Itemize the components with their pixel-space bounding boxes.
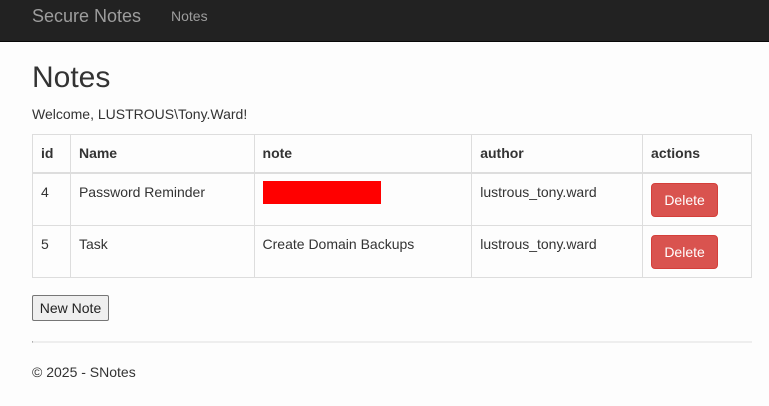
- cell-author: lustrous_tony.ward: [471, 172, 644, 226]
- nav-link-notes[interactable]: Notes: [171, 8, 208, 24]
- table-header-row: id Name note author actions: [32, 134, 752, 174]
- delete-button[interactable]: Delete: [651, 182, 719, 217]
- cell-actions: Delete: [642, 224, 752, 278]
- redaction-block: [262, 180, 381, 204]
- delete-button[interactable]: Delete: [651, 234, 719, 269]
- cell-note: [253, 172, 473, 226]
- cell-id: 4: [32, 172, 71, 226]
- column-header-author: author: [471, 134, 644, 174]
- cell-note: Create Domain Backups: [253, 224, 473, 278]
- column-header-note: note: [253, 134, 473, 174]
- new-note-button[interactable]: New Note: [32, 295, 109, 321]
- footer-divider: [32, 341, 752, 343]
- page-title: Notes: [32, 61, 111, 94]
- column-header-name: Name: [69, 134, 255, 174]
- footer-copyright: © 2025 - SNotes: [32, 364, 136, 380]
- table-row: 5 Task Create Domain Backups lustrous_to…: [32, 224, 752, 278]
- column-header-id: id: [32, 134, 71, 174]
- cell-name: Password Reminder: [69, 172, 255, 226]
- cell-actions: Delete: [642, 172, 752, 226]
- navbar: Secure Notes Notes: [0, 0, 769, 42]
- cell-name: Task: [69, 224, 255, 278]
- notes-table: id Name note author actions 4 Password R…: [32, 134, 752, 278]
- column-header-actions: actions: [642, 134, 752, 174]
- cell-author: lustrous_tony.ward: [471, 224, 644, 278]
- table-row: 4 Password Reminder lustrous_tony.ward D…: [32, 172, 752, 226]
- navbar-brand[interactable]: Secure Notes: [32, 6, 141, 26]
- cell-id: 5: [32, 224, 71, 278]
- welcome-message: Welcome, LUSTROUS\Tony.Ward!: [32, 106, 248, 122]
